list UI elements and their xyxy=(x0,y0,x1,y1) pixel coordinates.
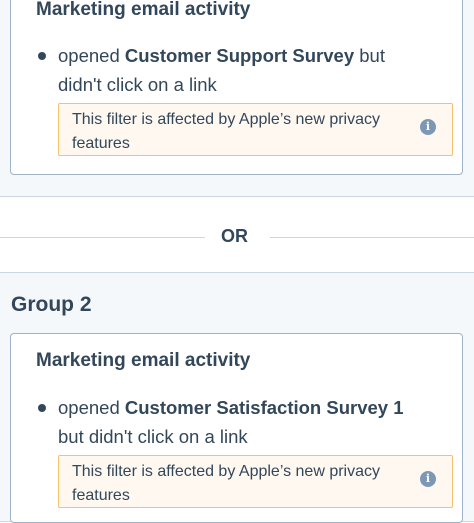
filter-group-1: Marketing email activity opened Customer… xyxy=(0,0,474,197)
bullet-icon xyxy=(38,404,46,412)
or-separator-label: OR xyxy=(221,226,248,246)
filter-criterion-line-1: opened Customer Satisfaction Survey 1 xyxy=(58,397,404,419)
filter-card[interactable]: Marketing email activity opened Customer… xyxy=(10,0,463,175)
info-icon[interactable]: i xyxy=(420,119,436,135)
separator-line-right xyxy=(270,237,474,238)
bullet-icon xyxy=(38,52,46,60)
filter-criterion-line-2: but didn't click on a link xyxy=(58,426,248,447)
separator-line-left xyxy=(0,237,205,238)
email-name: Customer Satisfaction Survey 1 xyxy=(124,397,404,418)
privacy-notice: This filter is affected by Apple’s new p… xyxy=(58,103,453,156)
privacy-notice: This filter is affected by Apple’s new p… xyxy=(58,455,453,508)
filter-card[interactable]: Marketing email activity opened Customer… xyxy=(10,333,463,523)
info-icon[interactable]: i xyxy=(420,471,436,487)
filter-title: Marketing email activity xyxy=(36,0,251,20)
privacy-notice-text: This filter is affected by Apple’s new p… xyxy=(72,111,380,152)
filter-criterion-line-1: opened Customer Support Survey but xyxy=(58,45,385,67)
email-name: Customer Support Survey xyxy=(124,45,355,66)
group-title: Group 2 xyxy=(11,293,92,316)
filter-title: Marketing email activity xyxy=(36,350,251,371)
filter-criterion-line-2: didn't click on a link xyxy=(58,74,217,95)
privacy-notice-text: This filter is affected by Apple’s new p… xyxy=(72,463,380,504)
criterion-prefix: opened xyxy=(58,45,125,66)
criterion-suffix: but xyxy=(354,45,385,66)
criterion-prefix: opened xyxy=(58,397,125,418)
